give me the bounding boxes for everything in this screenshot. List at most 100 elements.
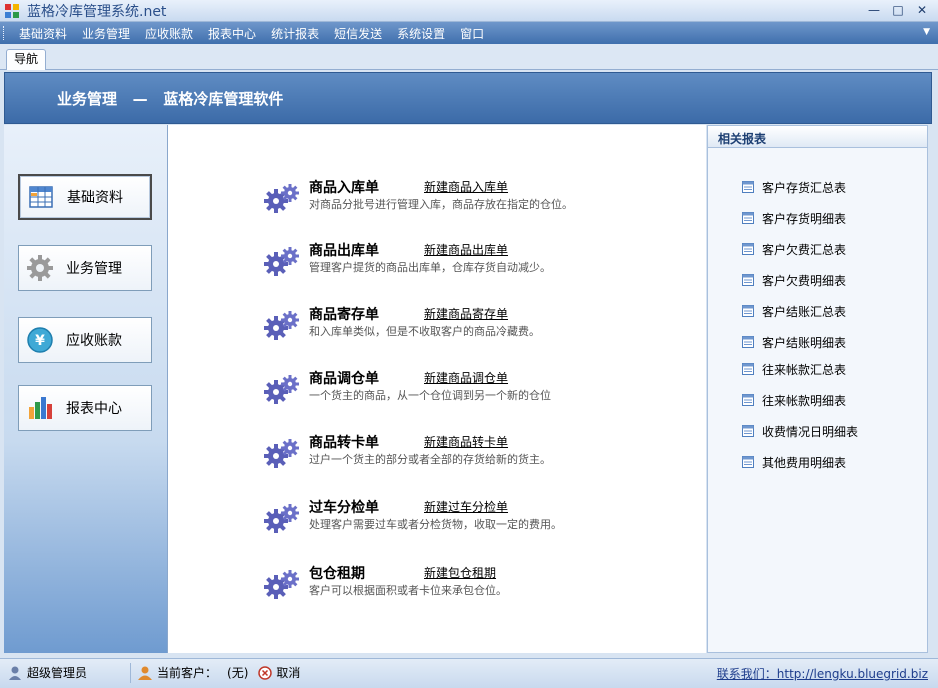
- menu-item-receivables[interactable]: 应收账款: [145, 25, 193, 42]
- gears-icon: [264, 570, 299, 599]
- new-entry-link[interactable]: 新建包仓租期: [424, 564, 496, 581]
- list-item: 商品出库单 新建商品出库单 管理客户提货的商品出库单，仓库存货自动减少。: [264, 240, 684, 284]
- nav-button-report-center[interactable]: 报表中心: [18, 385, 152, 431]
- nav-button-label: 报表中心: [66, 401, 122, 417]
- status-divider: [130, 663, 131, 683]
- customer-icon: [138, 666, 152, 680]
- report-sheet-icon: [742, 274, 754, 286]
- report-link[interactable]: 客户结账明细表: [742, 334, 846, 350]
- contact-link[interactable]: 联系我们：http://lengku.bluegrid.biz: [717, 665, 928, 682]
- nav-button-business[interactable]: 业务管理: [18, 245, 152, 291]
- menu-item-business[interactable]: 业务管理: [82, 25, 130, 42]
- entry-description: 一个货主的商品，从一个仓位调到另一个新的仓位: [309, 389, 551, 402]
- related-reports-panel: 相关报表 客户存货汇总表 客户存货明细表 客户欠费汇总表 客户欠费明细表 客户结…: [707, 125, 928, 653]
- report-label: 收费情况日明细表: [762, 424, 859, 439]
- gears-icon: [264, 311, 299, 340]
- report-sheet-icon: [742, 425, 754, 437]
- gears-icon: [264, 247, 299, 276]
- report-link[interactable]: 客户欠费明细表: [742, 272, 846, 288]
- report-link[interactable]: 客户结账汇总表: [742, 303, 846, 319]
- gears-icon: [264, 184, 299, 213]
- report-label: 客户结账汇总表: [762, 304, 847, 319]
- menu-item-sms[interactable]: 短信发送: [334, 25, 382, 42]
- list-item: 过车分检单 新建过车分检单 处理客户需要过车或者分检货物，收取一定的费用。: [264, 497, 684, 541]
- svg-text:¥: ¥: [35, 333, 45, 349]
- left-nav-panel: 基础资料 业务管理 ¥ 应收账款 报表中心: [4, 125, 168, 653]
- status-customer: 当前客户： (无) 取消: [137, 664, 300, 681]
- status-user: 超级管理员: [8, 664, 87, 681]
- new-entry-link[interactable]: 新建商品调仓单: [424, 369, 508, 386]
- menu-item-window[interactable]: 窗口: [460, 25, 484, 42]
- nav-button-basic-data[interactable]: 基础资料: [18, 174, 152, 220]
- report-sheet-icon: [742, 456, 754, 468]
- menu-item-basic-data[interactable]: 基础资料: [19, 25, 67, 42]
- menu-grip: [3, 26, 6, 40]
- close-button[interactable]: ✕: [911, 2, 933, 18]
- list-item: 商品转卡单 新建商品转卡单 过户一个货主的部分或者全部的存货给新的货主。: [264, 432, 684, 476]
- list-item: 商品入库单 新建商品入库单 对商品分批号进行管理入库，商品存放在指定的仓位。: [264, 177, 684, 221]
- report-link[interactable]: 收费情况日明细表: [742, 423, 858, 439]
- report-sheet-icon: [742, 243, 754, 255]
- new-entry-link[interactable]: 新建过车分检单: [424, 498, 508, 515]
- new-entry-link[interactable]: 新建商品出库单: [424, 241, 508, 258]
- report-link[interactable]: 其他费用明细表: [742, 454, 846, 470]
- page-banner: 业务管理 — 蓝格冷库管理软件: [4, 72, 932, 124]
- entry-title[interactable]: 商品寄存单: [309, 304, 379, 324]
- gear-icon: [27, 255, 53, 281]
- app-icon: [5, 4, 19, 18]
- list-item: 包仓租期 新建包仓租期 客户可以根据面积或者卡位来承包仓位。: [264, 563, 684, 607]
- menu-item-settings[interactable]: 系统设置: [397, 25, 445, 42]
- report-link[interactable]: 往来帐款明细表: [742, 392, 846, 408]
- report-label: 往来帐款明细表: [762, 393, 847, 408]
- report-link[interactable]: 往来帐款汇总表: [742, 361, 846, 377]
- report-link[interactable]: 客户欠费汇总表: [742, 241, 846, 257]
- report-link[interactable]: 客户存货汇总表: [742, 179, 846, 195]
- tab-strip: 导航: [0, 44, 938, 70]
- new-entry-link[interactable]: 新建商品入库单: [424, 178, 508, 195]
- entry-title[interactable]: 商品入库单: [309, 177, 379, 197]
- menu-items: 基础资料 业务管理 应收账款 报表中心 统计报表 短信发送 系统设置 窗口: [19, 25, 499, 42]
- customer-label: 当前客户：: [157, 666, 218, 680]
- title-bar: 蓝格冷库管理系统.net — □ ✕: [0, 0, 938, 22]
- report-label: 客户欠费汇总表: [762, 242, 847, 257]
- nav-button-receivables[interactable]: ¥ 应收账款: [18, 317, 152, 363]
- menu-item-statistics[interactable]: 统计报表: [271, 25, 319, 42]
- report-sheet-icon: [742, 305, 754, 317]
- minimize-button[interactable]: —: [863, 2, 885, 18]
- gears-icon: [264, 504, 299, 533]
- window-title: 蓝格冷库管理系统.net: [27, 4, 167, 20]
- cancel-icon[interactable]: [258, 665, 273, 680]
- entry-title[interactable]: 商品出库单: [309, 240, 379, 260]
- entry-title[interactable]: 商品调仓单: [309, 368, 379, 388]
- report-link[interactable]: 客户存货明细表: [742, 210, 846, 226]
- nav-button-label: 应收账款: [66, 333, 122, 349]
- report-label: 往来帐款汇总表: [762, 362, 847, 377]
- new-entry-link[interactable]: 新建商品转卡单: [424, 433, 508, 450]
- current-user: 超级管理员: [27, 666, 88, 680]
- menu-bar: 基础资料 业务管理 应收账款 报表中心 统计报表 短信发送 系统设置 窗口 ▼: [0, 22, 938, 44]
- gears-icon: [264, 439, 299, 468]
- tab-navigation[interactable]: 导航: [6, 49, 46, 70]
- list-item: 商品寄存单 新建商品寄存单 和入库单类似，但是不收取客户的商品冷藏费。: [264, 304, 684, 348]
- entry-description: 和入库单类似，但是不收取客户的商品冷藏费。: [309, 325, 540, 338]
- menu-item-report-center[interactable]: 报表中心: [208, 25, 256, 42]
- report-label: 客户欠费明细表: [762, 273, 847, 288]
- grid-table-icon: [29, 186, 53, 208]
- entry-title[interactable]: 商品转卡单: [309, 432, 379, 452]
- chevron-down-icon[interactable]: ▼: [923, 27, 930, 37]
- report-sheet-icon: [742, 181, 754, 193]
- business-entries-panel: 商品入库单 新建商品入库单 对商品分批号进行管理入库，商品存放在指定的仓位。 商…: [168, 125, 706, 653]
- related-reports-header: 相关报表: [708, 126, 927, 148]
- new-entry-link[interactable]: 新建商品寄存单: [424, 305, 508, 322]
- entry-description: 客户可以根据面积或者卡位来承包仓位。: [309, 584, 507, 597]
- entry-title[interactable]: 包仓租期: [309, 563, 365, 583]
- entry-title[interactable]: 过车分检单: [309, 497, 379, 517]
- user-icon: [9, 666, 21, 680]
- report-label: 客户存货汇总表: [762, 180, 847, 195]
- status-bar: 超级管理员 当前客户： (无) 取消 联系我们：http://lengku.bl…: [0, 658, 938, 688]
- report-label: 客户结账明细表: [762, 335, 847, 350]
- gears-icon: [264, 375, 299, 404]
- maximize-button[interactable]: □: [887, 2, 909, 18]
- cancel-customer-button[interactable]: 取消: [276, 664, 300, 681]
- report-label: 客户存货明细表: [762, 211, 847, 226]
